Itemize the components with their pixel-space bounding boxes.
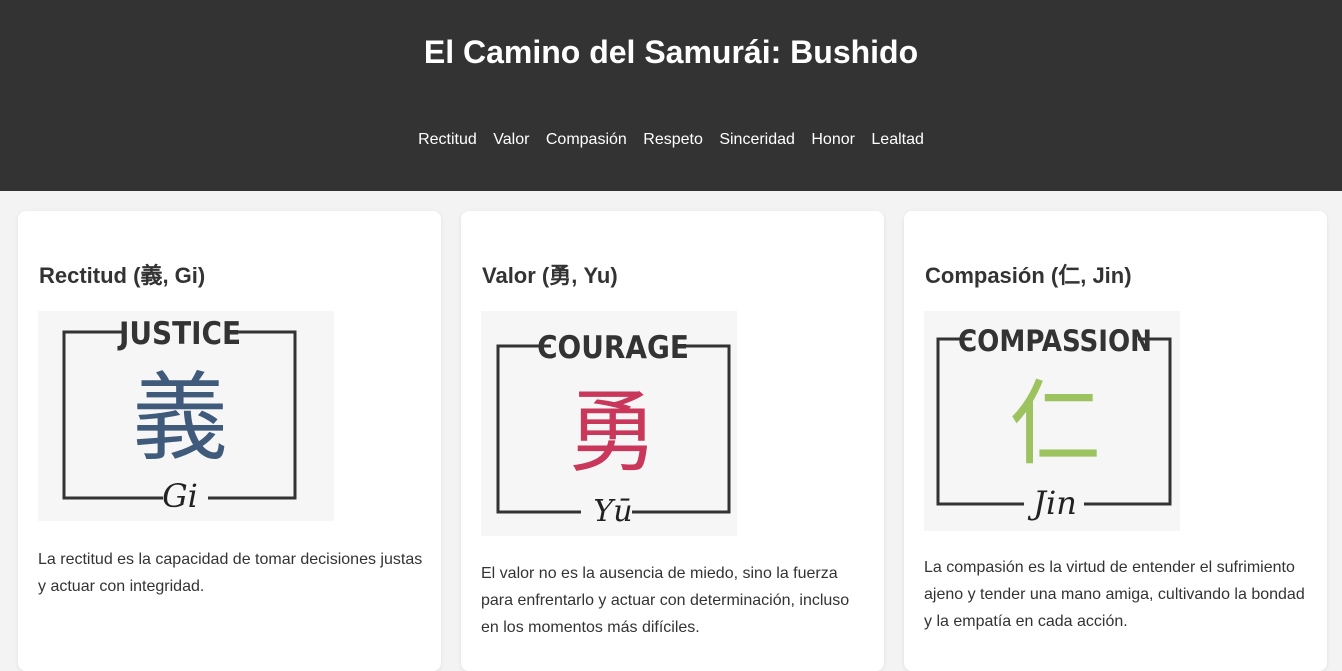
- virtue-english-label: COMPASSION: [958, 324, 1152, 358]
- nav-link-sinceridad[interactable]: Sinceridad: [719, 131, 795, 149]
- virtue-english-label: COURAGE: [537, 330, 689, 366]
- card-description: El valor no es la ausencia de miedo, sin…: [481, 565, 850, 636]
- romaji-label: Yū: [593, 494, 632, 529]
- nav-link-lealtad[interactable]: Lealtad: [871, 131, 924, 149]
- card-title: Valor (勇, Yu): [482, 263, 618, 288]
- card-description: La compasión es la virtud de entender el…: [924, 559, 1305, 630]
- virtue-cards: Rectitud (義, Gi) JUSTICE 義 Gi La rectitu…: [18, 211, 1327, 671]
- main-nav: Rectitud Valor Compasión Respeto Sinceri…: [0, 131, 1342, 149]
- site-header: El Camino del Samurái: Bushido Rectitud …: [0, 0, 1342, 191]
- virtue-english-label: JUSTICE: [117, 316, 241, 352]
- nav-link-honor[interactable]: Honor: [811, 131, 855, 149]
- kanji-glyph: 勇: [568, 383, 658, 483]
- nav-link-rectitud[interactable]: Rectitud: [418, 131, 477, 149]
- virtue-card-compasion: Compasión (仁, Jin) COMPASSION 仁 Jin La c…: [904, 211, 1327, 671]
- virtue-card-rectitud: Rectitud (義, Gi) JUSTICE 義 Gi La rectitu…: [18, 211, 441, 671]
- nav-link-valor[interactable]: Valor: [493, 131, 529, 149]
- card-title: Rectitud (義, Gi): [39, 263, 206, 288]
- kanji-glyph: 義: [132, 365, 228, 472]
- virtue-card-valor: Valor (勇, Yu) COURAGE 勇 Yū El valor no e…: [461, 211, 884, 671]
- virtue-illustration: COMPASSION 仁 Jin: [924, 311, 1180, 531]
- card-description: La rectitud es la capacidad de tomar dec…: [38, 551, 423, 595]
- kanji-glyph: 仁: [1009, 374, 1101, 476]
- nav-link-compasion[interactable]: Compasión: [546, 131, 627, 149]
- card-title: Compasión (仁, Jin): [925, 263, 1132, 288]
- romaji-label: Gi: [162, 477, 198, 515]
- virtue-illustration: COURAGE 勇 Yū: [481, 311, 737, 536]
- nav-link-respeto[interactable]: Respeto: [643, 131, 703, 149]
- romaji-label: Jin: [1027, 484, 1077, 522]
- virtue-illustration: JUSTICE 義 Gi: [38, 311, 334, 521]
- site-title: El Camino del Samurái: Bushido: [423, 34, 919, 70]
